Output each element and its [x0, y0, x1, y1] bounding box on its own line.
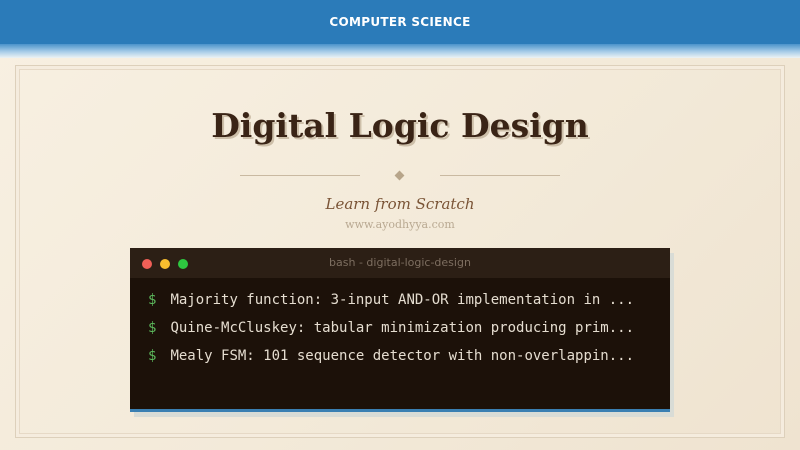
page-title: Digital Logic Design	[211, 106, 589, 145]
category-label: COMPUTER SCIENCE	[329, 15, 471, 29]
terminal-line: $ Majority function: 3-input AND-OR imple…	[148, 290, 663, 318]
terminal-line-text: Quine-McCluskey: tabular minimization pr…	[170, 320, 635, 336]
terminal-title: bash - digital-logic-design	[329, 256, 471, 269]
terminal-window: bash - digital-logic-design $ Majority fu…	[130, 248, 670, 412]
divider-right	[440, 175, 560, 176]
subtitle: Learn from Scratch	[325, 195, 475, 213]
website-url: www.ayodhyya.com	[345, 218, 455, 231]
prompt-symbol: $	[148, 320, 157, 336]
terminal-body: $ Majority function: 3-input AND-OR imple…	[148, 290, 663, 374]
divider-left	[240, 175, 360, 176]
terminal-line-text: Mealy FSM: 101 sequence detector with no…	[170, 348, 635, 364]
terminal-line: $ Quine-McCluskey: tabular minimization p…	[148, 318, 663, 346]
prompt-symbol: $	[148, 292, 157, 308]
terminal-line: $ Mealy FSM: 101 sequence detector with n…	[148, 346, 663, 374]
top-bar: COMPUTER SCIENCE	[0, 0, 800, 44]
prompt-symbol: $	[148, 348, 157, 364]
top-bar-fade	[0, 44, 800, 58]
terminal-line-text: Majority function: 3-input AND-OR implem…	[170, 292, 635, 308]
terminal-title-bar: bash - digital-logic-design	[130, 248, 670, 278]
